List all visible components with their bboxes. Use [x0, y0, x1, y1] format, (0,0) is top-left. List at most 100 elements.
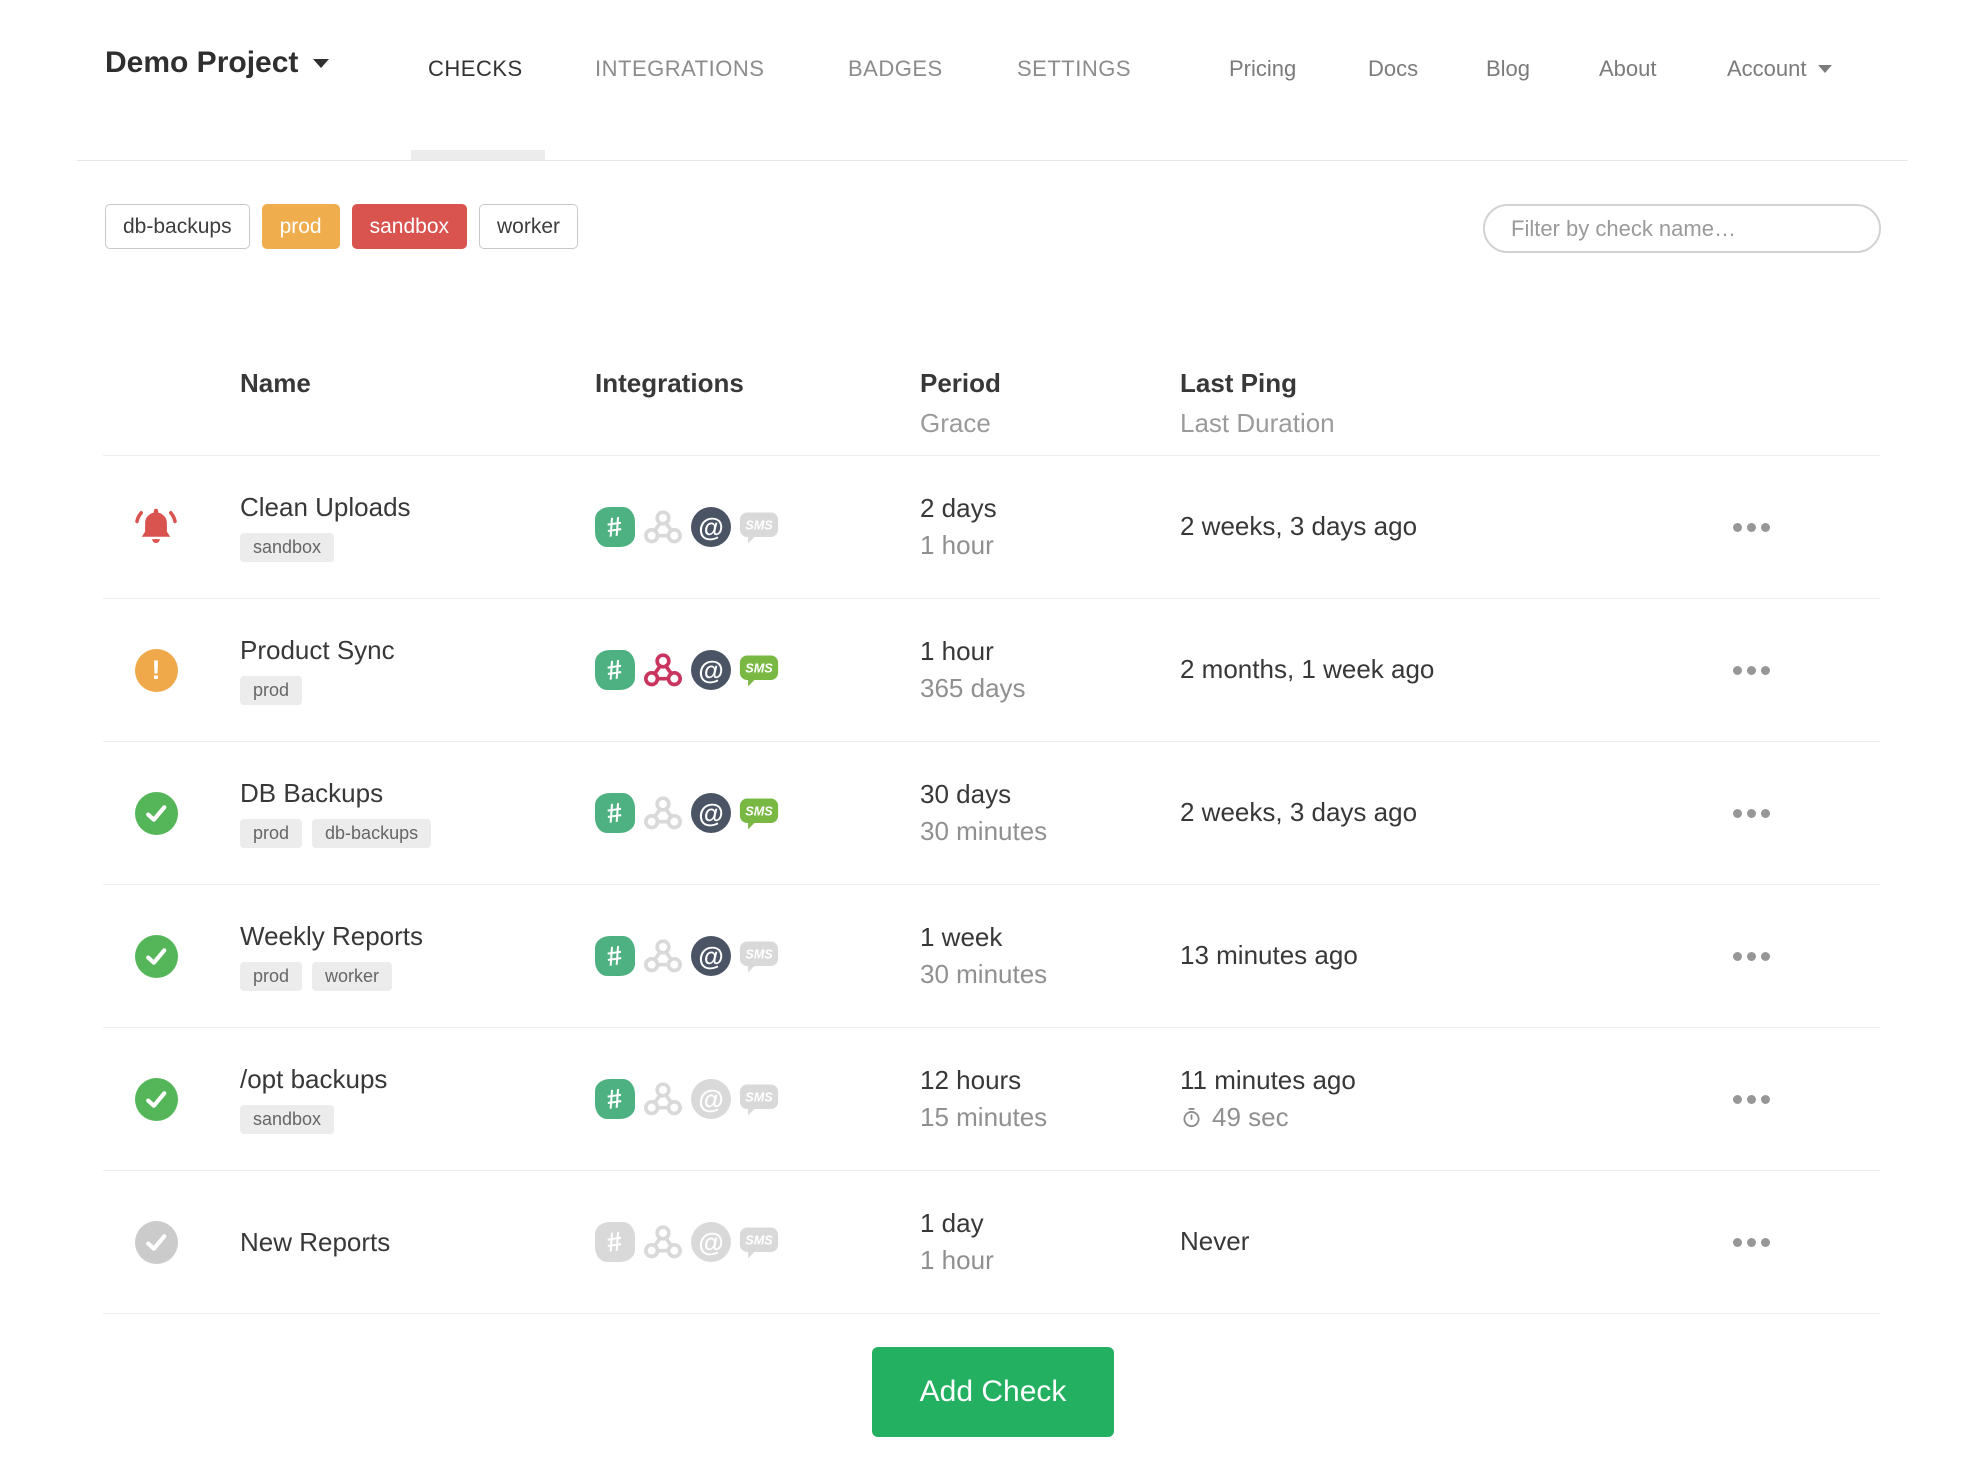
svg-text:SMS: SMS — [745, 1233, 773, 1248]
tag-filter-prod[interactable]: prod — [261, 204, 340, 249]
column-header-period: Period — [920, 368, 1001, 398]
check-tags: sandbox — [240, 532, 411, 563]
new-check-icon — [134, 1220, 178, 1264]
ellipsis-menu-icon — [1733, 665, 1770, 675]
email-at-icon: @ — [691, 936, 731, 976]
check-integrations: # @ SMS — [595, 1028, 779, 1170]
webhook-icon — [643, 650, 683, 690]
check-tags: prod — [240, 675, 395, 706]
grace-value: 1 hour — [920, 1244, 994, 1275]
nav-link-about[interactable]: About — [1599, 56, 1657, 82]
svg-text:SMS: SMS — [745, 518, 773, 533]
email-at-icon: @ — [691, 1222, 731, 1262]
email-at-icon: @ — [691, 507, 731, 547]
column-header-grace: Grace — [920, 408, 991, 438]
slack-icon: # — [595, 650, 635, 690]
last-ping-value: 13 minutes ago — [1180, 940, 1358, 971]
check-tags: prod worker — [240, 961, 423, 992]
period-value: 1 week — [920, 922, 1003, 953]
last-ping-value: Never — [1180, 1226, 1250, 1257]
check-integrations: # @ SMS — [595, 742, 779, 884]
webhook-icon — [643, 1222, 683, 1262]
account-menu[interactable]: Account — [1727, 56, 1832, 82]
check-period-cell: 1 week 30 minutes — [920, 885, 1047, 1027]
tag-filter-db-backups[interactable]: db-backups — [105, 204, 250, 249]
grace-value: 30 minutes — [920, 958, 1048, 989]
row-menu-button[interactable] — [1733, 1171, 1770, 1313]
sms-bubble-icon: SMS — [739, 507, 779, 547]
last-duration-value: 49 sec — [1212, 1102, 1289, 1132]
check-row[interactable]: ! Product Sync prod # @ SMS 1 hour 365 d… — [103, 599, 1880, 742]
row-menu-button[interactable] — [1733, 885, 1770, 1027]
add-check-button[interactable]: Add Check — [872, 1347, 1114, 1437]
ellipsis-menu-icon — [1733, 522, 1770, 532]
project-switcher[interactable]: Demo Project — [105, 46, 330, 80]
check-name-cell: Product Sync prod — [240, 599, 395, 741]
slack-icon: # — [595, 1222, 635, 1262]
check-last-ping-cell: 2 months, 1 week ago — [1180, 599, 1434, 741]
sms-bubble-icon: SMS — [739, 936, 779, 976]
sms-bubble-icon: SMS — [739, 1079, 779, 1119]
check-name-cell: Weekly Reports prod worker — [240, 885, 423, 1027]
check-tag-chip: prod — [240, 818, 303, 849]
row-menu-button[interactable] — [1733, 742, 1770, 884]
last-ping-value: 11 minutes ago — [1180, 1064, 1356, 1095]
nav-link-blog[interactable]: Blog — [1486, 56, 1530, 82]
slack-icon: # — [595, 936, 635, 976]
check-tag-chip: worker — [312, 961, 393, 992]
svg-text:SMS: SMS — [745, 1090, 773, 1105]
check-period-cell: 12 hours 15 minutes — [920, 1028, 1047, 1170]
chevron-down-icon — [313, 58, 330, 68]
row-menu-button[interactable] — [1733, 1028, 1770, 1170]
row-menu-button[interactable] — [1733, 456, 1770, 598]
grace-value: 365 days — [920, 672, 1026, 703]
last-ping-value: 2 months, 1 week ago — [1180, 654, 1435, 685]
header-divider — [77, 160, 1908, 161]
row-menu-button[interactable] — [1733, 599, 1770, 741]
ok-check-icon — [134, 934, 178, 978]
check-name: Clean Uploads — [240, 491, 411, 522]
check-name-filter-input[interactable] — [1483, 204, 1881, 253]
slack-icon: # — [595, 1079, 635, 1119]
tab-checks[interactable]: CHECKS — [428, 56, 523, 82]
tab-settings[interactable]: SETTINGS — [1017, 56, 1131, 82]
check-status: ! — [131, 599, 181, 741]
ellipsis-menu-icon — [1733, 808, 1770, 818]
check-name: DB Backups — [240, 777, 384, 808]
check-tag-chip: sandbox — [240, 532, 335, 563]
ok-check-icon — [134, 791, 178, 835]
check-last-ping-cell: 11 minutes ago 49 sec — [1180, 1028, 1356, 1170]
webhook-icon — [643, 793, 683, 833]
ellipsis-menu-icon — [1733, 951, 1770, 961]
tab-badges[interactable]: BADGES — [848, 56, 943, 82]
account-label: Account — [1727, 56, 1807, 81]
tag-filter-worker[interactable]: worker — [479, 204, 579, 249]
check-period-cell: 1 day 1 hour — [920, 1171, 994, 1313]
column-header-last-ping: Last Ping — [1180, 368, 1298, 398]
check-integrations: # @ SMS — [595, 599, 779, 741]
check-row[interactable]: ! Clean Uploads sandbox # — [103, 456, 1880, 599]
check-row[interactable]: ! /opt backups sandbox # — [103, 1028, 1880, 1171]
check-status: ! — [131, 456, 181, 598]
check-row[interactable]: ! New Reports # — [103, 1171, 1880, 1314]
nav-link-pricing[interactable]: Pricing — [1229, 56, 1296, 82]
check-integrations: # @ SMS — [595, 885, 779, 1027]
period-value: 1 hour — [920, 636, 994, 667]
tab-integrations[interactable]: INTEGRATIONS — [595, 56, 764, 82]
check-period-cell: 1 hour 365 days — [920, 599, 1026, 741]
last-ping-value: 2 weeks, 3 days ago — [1180, 797, 1418, 828]
check-row[interactable]: ! Weekly Reports prod worker # — [103, 885, 1880, 1028]
last-duration-line: 49 sec — [1180, 1102, 1356, 1133]
tag-filter-bar: db-backups prod sandbox worker — [105, 204, 579, 249]
svg-text:SMS: SMS — [745, 804, 773, 819]
sms-bubble-icon: SMS — [739, 1222, 779, 1262]
check-row[interactable]: ! DB Backups prod db-backups # — [103, 742, 1880, 885]
chevron-down-icon — [1817, 65, 1832, 73]
check-last-ping-cell: 2 weeks, 3 days ago — [1180, 456, 1417, 598]
alert-bell-icon — [132, 503, 180, 551]
check-integrations: # @ SMS — [595, 456, 779, 598]
nav-link-docs[interactable]: Docs — [1368, 56, 1418, 82]
tag-filter-sandbox[interactable]: sandbox — [351, 204, 468, 249]
column-header-last-duration: Last Duration — [1180, 408, 1335, 438]
check-last-ping-cell: 13 minutes ago — [1180, 885, 1358, 1027]
